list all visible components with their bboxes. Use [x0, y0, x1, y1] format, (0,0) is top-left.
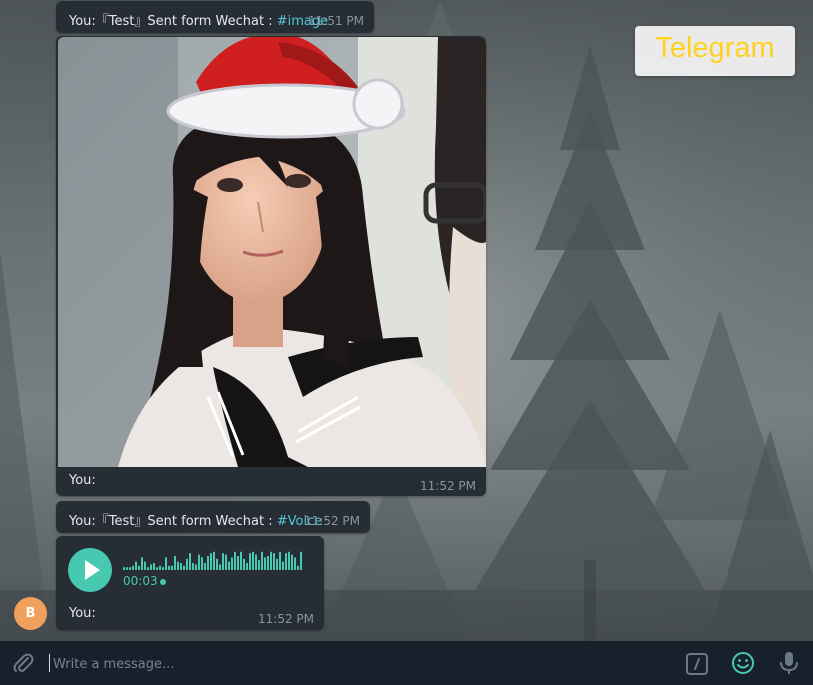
text-caret: [49, 654, 50, 672]
photo-caption: You:: [69, 473, 96, 488]
waveform-bar: [213, 551, 215, 570]
waveform-bar: [279, 551, 281, 570]
waveform-bar: [150, 564, 152, 570]
waveform-bar: [237, 556, 239, 570]
waveform-bar: [225, 554, 227, 570]
waveform-bar: [234, 551, 236, 570]
waveform-bar: [204, 563, 206, 570]
message-body: 『Test』Sent form Wechat :: [95, 14, 277, 29]
message-time: 11:51 PM: [308, 14, 364, 28]
waveform-bar: [264, 557, 266, 570]
waveform-bar: [255, 554, 257, 570]
waveform-bar: [294, 557, 296, 570]
waveform-bar: [138, 565, 140, 570]
waveform-bar: [129, 567, 131, 570]
waveform-bar: [183, 565, 185, 570]
play-icon: [85, 560, 100, 580]
telegram-text-sticker[interactable]: Telegram: [635, 26, 795, 76]
waveform-bar: [174, 556, 176, 570]
waveform-bar: [126, 567, 128, 570]
waveform-bar: [201, 557, 203, 570]
slash-command-icon[interactable]: [686, 653, 708, 675]
waveform-bar: [246, 563, 248, 570]
message-text: You:『Test』Sent form Wechat : #Voice: [69, 510, 322, 529]
waveform-bar: [198, 554, 200, 570]
sticker-text: Telegram: [655, 32, 775, 64]
waveform-bar: [270, 551, 272, 570]
microphone-icon[interactable]: [778, 651, 800, 675]
waveform-bar: [267, 556, 269, 570]
chat-window: You:『Test』Sent form Wechat : #image 11:5…: [0, 0, 813, 685]
waveform-bar: [189, 553, 191, 570]
waveform-bar: [228, 561, 230, 570]
waveform-bar: [123, 567, 125, 570]
waveform-bar: [162, 567, 164, 570]
waveform-bar: [285, 553, 287, 570]
waveform-bar: [282, 561, 284, 570]
waveform-bar: [210, 553, 212, 570]
unread-dot: [160, 579, 166, 585]
waveform-bar: [297, 565, 299, 570]
voice-duration: 00:03: [123, 574, 158, 588]
waveform-bar: [141, 557, 143, 570]
waveform-bar: [243, 558, 245, 570]
waveform-bar: [291, 554, 293, 570]
waveform-bar: [219, 564, 221, 570]
message-bubble-image-header[interactable]: You:『Test』Sent form Wechat : #image 11:5…: [56, 1, 374, 33]
waveform-bar: [132, 565, 134, 570]
message-time: 11:52 PM: [420, 479, 476, 493]
message-bubble-voice[interactable]: 00:03 You: 11:52 PM: [56, 536, 324, 630]
avatar[interactable]: B: [14, 597, 47, 630]
message-text: You:『Test』Sent form Wechat : #image: [69, 10, 328, 29]
message-sender: You:: [69, 514, 96, 529]
waveform-bar: [288, 551, 290, 570]
waveform-bar: [177, 561, 179, 570]
waveform-bar: [240, 551, 242, 570]
waveform-bar: [231, 557, 233, 570]
waveform-bar: [171, 565, 173, 570]
message-time: 11:52 PM: [258, 612, 314, 626]
waveform-bar: [300, 551, 302, 570]
message-composer: [0, 641, 813, 685]
voice-waveform[interactable]: [123, 550, 313, 570]
play-button[interactable]: [68, 548, 112, 592]
message-bubble-voice-header[interactable]: You:『Test』Sent form Wechat : #Voice 11:5…: [56, 501, 370, 533]
paperclip-icon[interactable]: [12, 651, 34, 675]
waveform-bar: [249, 553, 251, 570]
waveform-bar: [216, 558, 218, 570]
waveform-bar: [144, 561, 146, 570]
waveform-bar: [156, 567, 158, 570]
photo-girl-with-santa-hat[interactable]: [58, 37, 486, 467]
emoji-icon[interactable]: [731, 651, 755, 675]
waveform-bar: [168, 565, 170, 570]
message-input[interactable]: [51, 650, 655, 678]
waveform-bar: [195, 564, 197, 570]
waveform-bar: [192, 563, 194, 570]
waveform-bar: [276, 558, 278, 570]
waveform-bar: [273, 553, 275, 570]
waveform-bar: [207, 556, 209, 570]
waveform-bar: [186, 558, 188, 570]
waveform-bar: [135, 561, 137, 570]
message-body: 『Test』Sent form Wechat :: [95, 514, 277, 529]
waveform-bar: [222, 553, 224, 570]
waveform-bar: [180, 563, 182, 570]
waveform-bar: [258, 560, 260, 570]
waveform-bar: [159, 565, 161, 570]
waveform-bar: [252, 551, 254, 570]
waveform-bar: [147, 567, 149, 570]
voice-caption: You:: [69, 606, 96, 621]
waveform-bar: [261, 551, 263, 570]
message-sender: You:: [69, 14, 96, 29]
message-time: 11:52 PM: [304, 514, 360, 528]
waveform-bar: [165, 557, 167, 570]
waveform-bar: [153, 563, 155, 570]
